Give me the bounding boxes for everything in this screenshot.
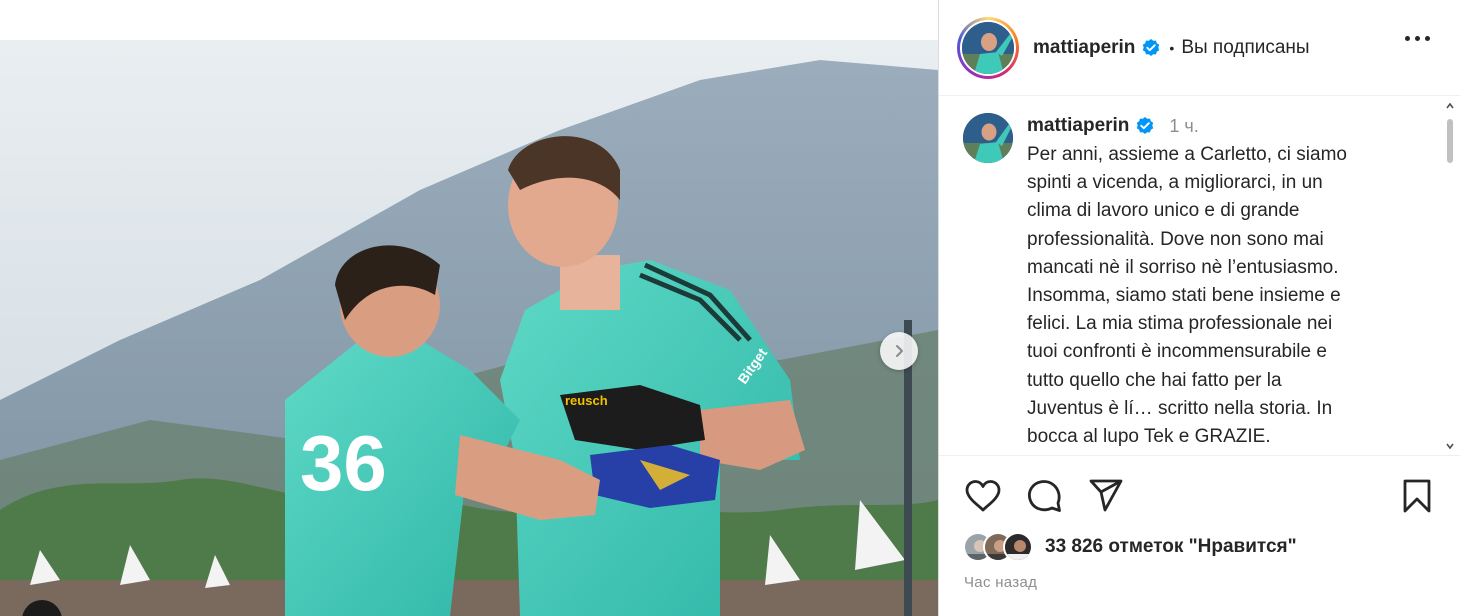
comments-section: mattiaperin 1 ч. Per anni, assieme a Car… — [939, 97, 1460, 455]
post-header: mattiaperin • Вы подписаны — [939, 0, 1460, 96]
scroll-down-icon[interactable] — [1445, 441, 1455, 451]
caption-text: Per anni, assieme a Carletto, ci siamo s… — [1027, 144, 1347, 448]
header-name-row: mattiaperin • Вы подписаны — [1033, 37, 1310, 59]
save-button[interactable] — [1401, 478, 1433, 519]
post-timestamp[interactable]: Час назад — [939, 574, 1460, 591]
caption-timestamp[interactable]: 1 ч. — [1169, 116, 1198, 137]
caption-head: mattiaperin 1 ч. — [1027, 111, 1387, 141]
username-link[interactable]: mattiaperin — [1033, 37, 1135, 59]
separator-dot: • — [1169, 39, 1175, 56]
heart-icon — [965, 480, 1001, 512]
chevron-right-icon — [896, 345, 903, 357]
caption-username-link[interactable]: mattiaperin — [1027, 115, 1129, 137]
caption: mattiaperin 1 ч. Per anni, assieme a Car… — [939, 97, 1460, 451]
more-icon — [1405, 36, 1410, 41]
share-icon — [1089, 479, 1123, 512]
liker-avatars[interactable] — [963, 532, 1033, 562]
verified-icon — [1135, 116, 1155, 136]
like-button[interactable] — [964, 479, 1002, 513]
likes-count-link[interactable]: 33 826 отметок "Нравится" — [1045, 536, 1297, 558]
caption-avatar[interactable] — [963, 113, 1013, 163]
avatar — [1003, 532, 1033, 562]
more-options-button[interactable] — [1405, 36, 1430, 41]
post-media-pane: 36 reusch Bitget — [0, 0, 938, 616]
share-button[interactable] — [1088, 479, 1124, 513]
comments-scrollbar[interactable] — [1445, 97, 1455, 455]
scroll-up-icon[interactable] — [1445, 101, 1455, 111]
scroll-thumb[interactable] — [1447, 119, 1453, 163]
jersey-number: 36 — [300, 419, 387, 507]
follow-status-button[interactable]: Вы подписаны — [1181, 37, 1309, 59]
story-ring[interactable] — [957, 16, 1019, 79]
action-bar — [939, 456, 1460, 536]
post-photo[interactable]: 36 reusch Bitget — [0, 40, 938, 616]
carousel-next-button[interactable] — [880, 332, 918, 370]
post-actions-area: 33 826 отметок "Нравится" Час назад — [939, 455, 1460, 616]
post-side-panel: mattiaperin • Вы подписаны mattiaperin 1… — [938, 0, 1460, 616]
verified-icon — [1141, 38, 1161, 58]
glove-brand: reusch — [565, 393, 608, 408]
avatar[interactable] — [962, 21, 1014, 74]
bookmark-icon — [1403, 479, 1431, 513]
caption-body: mattiaperin 1 ч. Per anni, assieme a Car… — [1027, 113, 1387, 451]
comment-icon — [1028, 480, 1061, 512]
comment-button[interactable] — [1027, 478, 1063, 514]
